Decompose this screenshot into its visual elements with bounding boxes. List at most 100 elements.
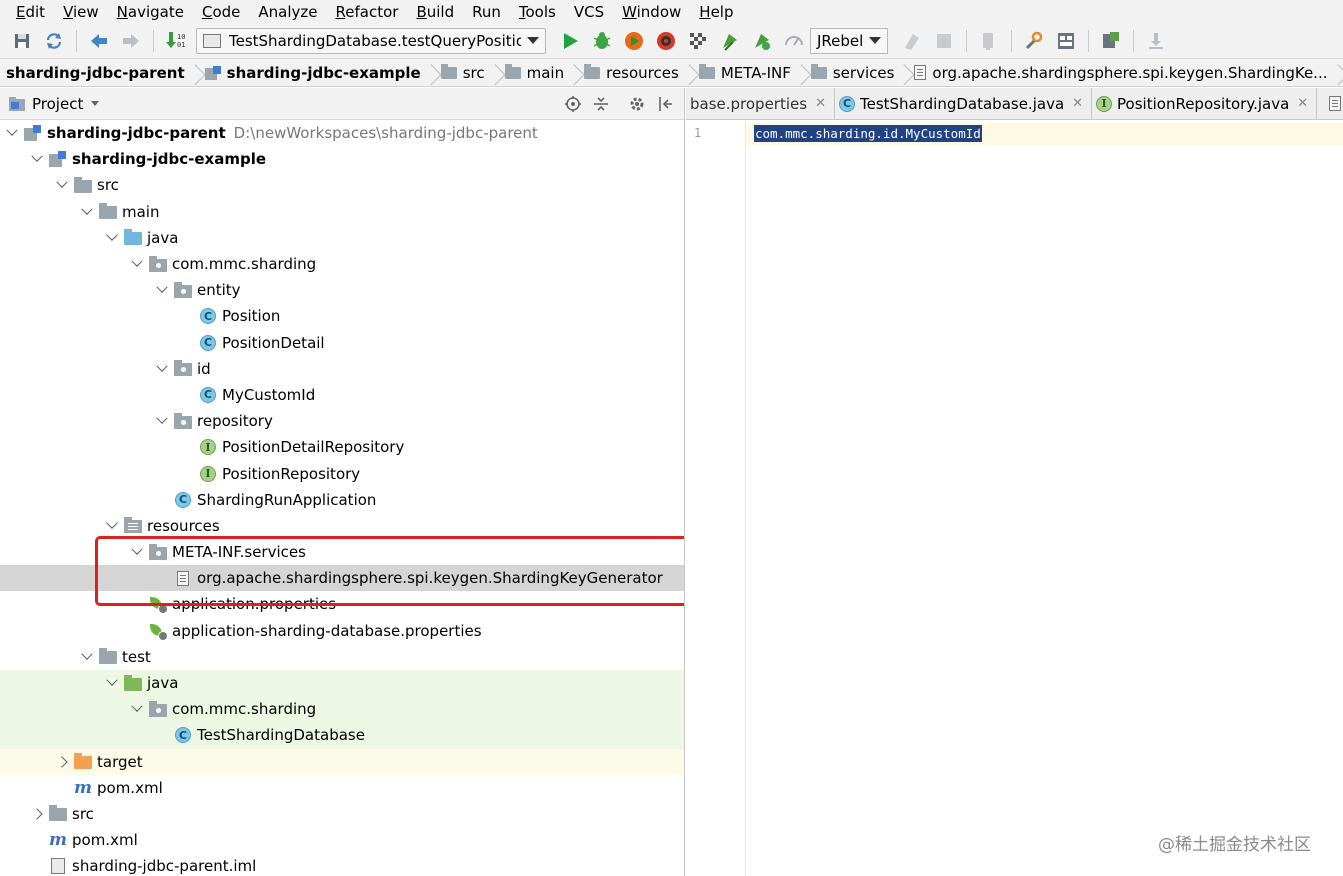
- forward-icon[interactable]: [119, 29, 143, 53]
- debug-icon[interactable]: [590, 29, 614, 53]
- expanded-arrow-icon[interactable]: [129, 544, 145, 560]
- collapsed-arrow-icon[interactable]: [29, 806, 45, 822]
- tree-node[interactable]: java: [0, 669, 684, 697]
- tree-node[interactable]: java: [0, 225, 684, 251]
- breadcrumb-item[interactable]: resources: [578, 59, 683, 87]
- tree-node[interactable]: m pom.xml: [0, 827, 684, 853]
- editor-tab-overflow[interactable]: [1317, 88, 1343, 119]
- editor-tab[interactable]: I PositionRepository.java ✕: [1092, 88, 1318, 119]
- close-icon[interactable]: ✕: [1072, 96, 1083, 111]
- tree-node[interactable]: m pom.xml: [0, 775, 684, 801]
- locate-icon[interactable]: [564, 95, 582, 113]
- breadcrumb-item[interactable]: services: [805, 59, 899, 87]
- tree-node[interactable]: com.mmc.sharding: [0, 251, 684, 277]
- run-icon[interactable]: [558, 29, 582, 53]
- breadcrumb-item[interactable]: org.apache.shardingsphere.spi.keygen.Sha…: [908, 59, 1331, 87]
- tree-node[interactable]: C TestShardingDatabase: [0, 722, 684, 749]
- tree-node[interactable]: sharding-jdbc-parent D:\newWorkspaces\sha…: [0, 120, 684, 146]
- tree-node[interactable]: sharding-jdbc-example: [0, 146, 684, 172]
- synchronize-icon[interactable]: [42, 29, 66, 53]
- tree-node[interactable]: src: [0, 172, 684, 198]
- sdk-icon[interactable]: [1099, 29, 1123, 53]
- tree-node[interactable]: org.apache.shardingsphere.spi.keygen.Sha…: [0, 565, 684, 592]
- expanded-arrow-icon[interactable]: [29, 151, 45, 167]
- menu-navigate[interactable]: Navigate: [107, 1, 192, 23]
- expanded-arrow-icon[interactable]: [79, 649, 95, 665]
- menu-analyze[interactable]: Analyze: [248, 1, 325, 23]
- breadcrumb-item[interactable]: main: [499, 59, 568, 87]
- expanded-arrow-icon[interactable]: [129, 701, 145, 717]
- menu-vcs[interactable]: VCS: [564, 1, 612, 23]
- back-icon[interactable]: [87, 29, 111, 53]
- tree-node[interactable]: META-INF.services: [0, 539, 684, 565]
- menu-run[interactable]: Run: [462, 1, 509, 23]
- gauge-icon[interactable]: [782, 29, 806, 53]
- jrebel-debug-leaf-icon[interactable]: [750, 29, 774, 53]
- code-line-selected[interactable]: com.mmc.sharding.id.MyCustomId: [754, 125, 982, 142]
- tree-node[interactable]: src: [0, 801, 684, 827]
- jrebel-debug-icon[interactable]: [654, 29, 678, 53]
- settings-wrench-icon[interactable]: [1022, 29, 1046, 53]
- expanded-arrow-icon[interactable]: [54, 177, 70, 193]
- vcs-update-icon[interactable]: [977, 29, 1001, 53]
- attach-icon[interactable]: [900, 29, 924, 53]
- tree-node[interactable]: entity: [0, 277, 684, 303]
- tree-node[interactable]: target: [0, 748, 684, 775]
- download-icon[interactable]: [1144, 29, 1168, 53]
- menu-window[interactable]: Window: [612, 1, 689, 23]
- breadcrumb-item[interactable]: src: [435, 59, 489, 87]
- editor-tab[interactable]: base.properties ✕: [686, 88, 835, 119]
- jrebel-select[interactable]: JRebel: [810, 27, 888, 54]
- tree-node[interactable]: C PositionDetail: [0, 330, 684, 356]
- breadcrumb-item[interactable]: sharding-jdbc-example: [199, 59, 425, 87]
- stop-icon[interactable]: [932, 29, 956, 53]
- profiler-icon[interactable]: [686, 29, 710, 53]
- project-view-select[interactable]: Project: [32, 95, 83, 113]
- tree-node[interactable]: resources: [0, 513, 684, 539]
- tree-node[interactable]: sharding-jdbc-parent.iml: [0, 853, 684, 876]
- expanded-arrow-icon[interactable]: [104, 230, 120, 246]
- chevron-down-icon[interactable]: [91, 101, 100, 106]
- expanded-arrow-icon[interactable]: [104, 518, 120, 534]
- tree-node[interactable]: test: [0, 644, 684, 670]
- expanded-arrow-icon[interactable]: [79, 204, 95, 220]
- expanded-arrow-icon[interactable]: [154, 361, 170, 377]
- expanded-arrow-icon[interactable]: [154, 282, 170, 298]
- menu-help[interactable]: Help: [689, 1, 741, 23]
- hide-panel-icon[interactable]: [656, 95, 674, 113]
- editor-tab[interactable]: C TestShardingDatabase.java ✕: [835, 88, 1093, 119]
- breadcrumb-item[interactable]: META-INF: [693, 59, 795, 87]
- tree-node[interactable]: main: [0, 199, 684, 225]
- menu-edit[interactable]: Edit: [6, 1, 53, 23]
- collapsed-arrow-icon[interactable]: [54, 754, 70, 770]
- expanded-arrow-icon[interactable]: [154, 413, 170, 429]
- gear-icon[interactable]: [628, 95, 646, 113]
- menu-tools[interactable]: Tools: [509, 1, 564, 23]
- run-with-coverage-icon[interactable]: [622, 29, 646, 53]
- tree-node[interactable]: I PositionDetailRepository: [0, 434, 684, 460]
- expanded-arrow-icon[interactable]: [104, 675, 120, 691]
- run-configuration-select[interactable]: TestShardingDatabase.testQueryPosition: [196, 27, 546, 54]
- expanded-arrow-icon[interactable]: [4, 125, 20, 141]
- breadcrumb-item[interactable]: sharding-jdbc-parent: [0, 59, 189, 87]
- menu-build[interactable]: Build: [406, 1, 462, 23]
- project-structure-icon[interactable]: [1054, 29, 1078, 53]
- close-icon[interactable]: ✕: [1297, 96, 1308, 111]
- tree-node[interactable]: C Position: [0, 303, 684, 329]
- tree-node[interactable]: application-sharding-database.properties: [0, 618, 684, 644]
- tree-node[interactable]: repository: [0, 408, 684, 434]
- menu-code[interactable]: Code: [192, 1, 248, 23]
- tree-node[interactable]: id: [0, 356, 684, 382]
- menu-view[interactable]: View: [53, 1, 107, 23]
- jrebel-run-icon[interactable]: [718, 29, 742, 53]
- editor-body[interactable]: 1 com.mmc.sharding.id.MyCustomId: [686, 120, 1343, 876]
- tree-node[interactable]: application.properties: [0, 591, 684, 617]
- collapse-all-icon[interactable]: [592, 95, 610, 113]
- tree-node[interactable]: I PositionRepository: [0, 460, 684, 486]
- tree-node[interactable]: C ShardingRunApplication: [0, 487, 684, 513]
- menu-refactor[interactable]: Refactor: [326, 1, 407, 23]
- tree-node[interactable]: C MyCustomId: [0, 382, 684, 408]
- save-all-icon[interactable]: [10, 29, 34, 53]
- expanded-arrow-icon[interactable]: [129, 256, 145, 272]
- build-icon[interactable]: 10 01: [164, 29, 188, 53]
